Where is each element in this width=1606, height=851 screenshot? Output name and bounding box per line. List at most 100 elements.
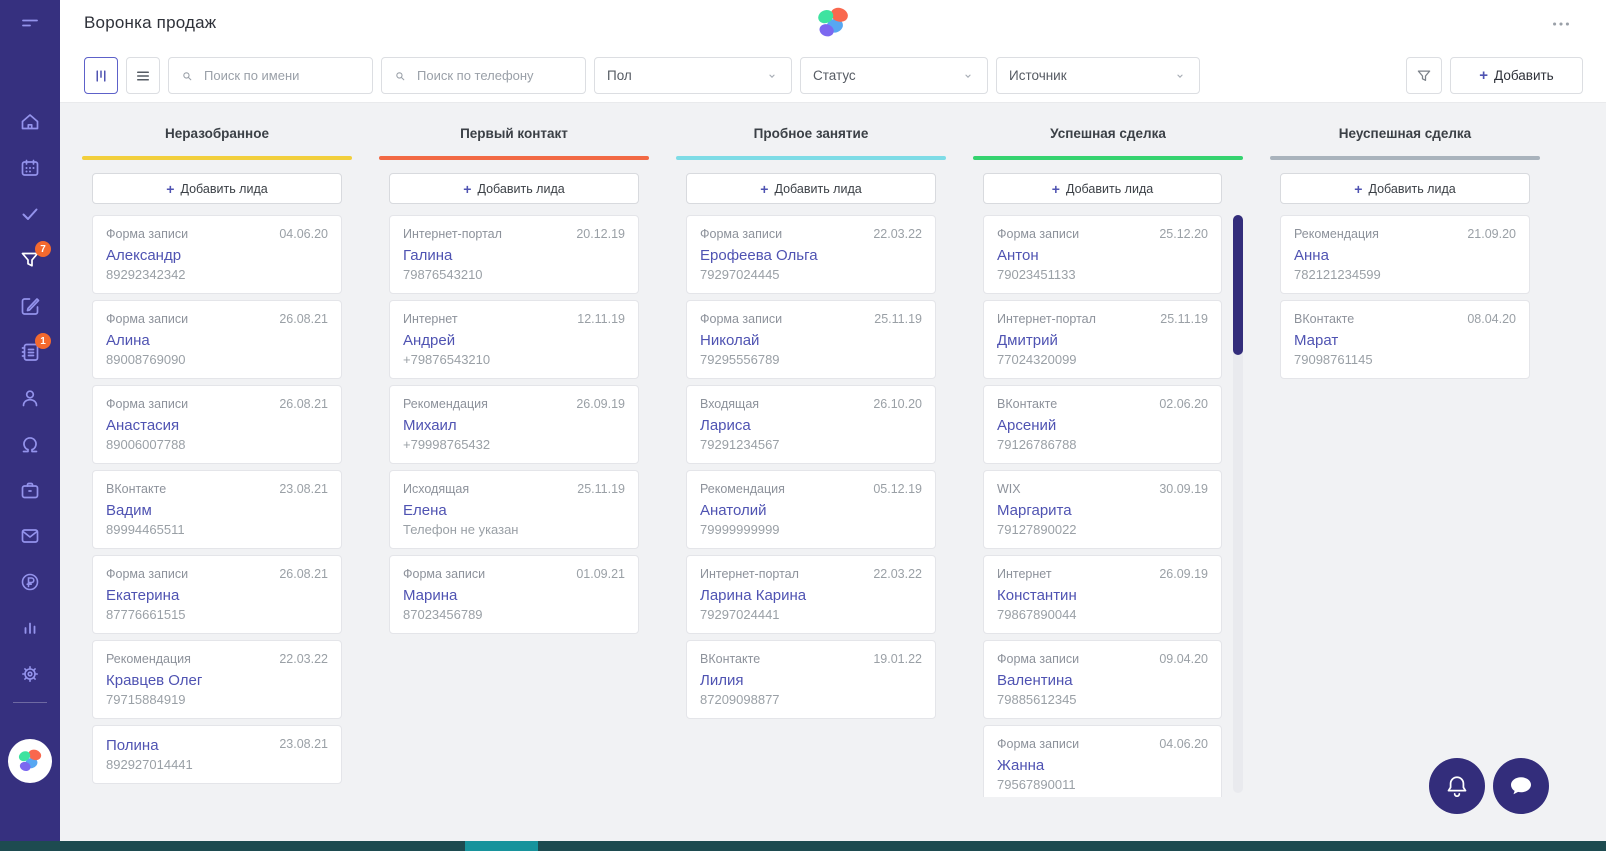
sidebar-item-funnel[interactable]: 7 (18, 241, 51, 272)
add-lead-button[interactable]: + Добавить лида (686, 173, 936, 204)
add-lead-button[interactable]: + Добавить лида (983, 173, 1222, 204)
lead-name[interactable]: Константин (997, 587, 1208, 604)
lead-phone: 89008769090 (106, 352, 186, 367)
add-lead-button[interactable]: + Добавить лида (92, 173, 342, 204)
column-scrollbar-thumb[interactable] (1233, 215, 1243, 355)
sidebar-item-notebook[interactable]: 1 (18, 333, 51, 364)
sidebar-item-payments[interactable] (18, 570, 42, 594)
lead-name[interactable]: Анна (1294, 247, 1516, 264)
lead-card[interactable]: Форма записи 04.06.20 Александр 89292342… (92, 215, 342, 294)
lead-phone: +79876543210 (403, 352, 491, 367)
lead-card[interactable]: Интернет-портал 22.03.22 Ларина Карина 7… (686, 555, 936, 634)
sidebar-item-home[interactable] (18, 110, 42, 134)
lead-name[interactable]: Галина (403, 247, 625, 264)
lead-name[interactable]: Марат (1294, 332, 1516, 349)
lead-name[interactable]: Жанна (997, 757, 1208, 774)
lead-name[interactable]: Алина (106, 332, 328, 349)
lead-card[interactable]: Интернет-портал 20.12.19 Галина 79876543… (389, 215, 639, 294)
lead-source: ВКонтакте (997, 397, 1058, 411)
lead-name[interactable]: Александр (106, 247, 328, 264)
kanban-view-button[interactable] (84, 57, 118, 94)
lead-card[interactable]: Форма записи 26.08.21 Алина 89008769090 (92, 300, 342, 379)
sidebar-item-briefcase[interactable] (18, 478, 42, 502)
lead-phone: 79098761145 (1294, 352, 1373, 367)
notebook-badge: 1 (35, 333, 51, 349)
lead-card[interactable]: Рекомендация 21.09.20 Анна 782121234599 (1280, 215, 1530, 294)
sidebar-item-tasks[interactable] (18, 202, 42, 226)
lead-name[interactable]: Лариса (700, 417, 922, 434)
search-name-input[interactable] (202, 67, 361, 84)
lead-name[interactable]: Анастасия (106, 417, 328, 434)
lead-card[interactable]: Рекомендация 26.09.19 Михаил +7999876543… (389, 385, 639, 464)
lead-name[interactable]: Антон (997, 247, 1208, 264)
lead-name[interactable]: Марина (403, 587, 625, 604)
lead-name[interactable]: Михаил (403, 417, 625, 434)
lead-card[interactable]: Интернет-портал 25.11.19 Дмитрий 7702432… (983, 300, 1222, 379)
lead-card[interactable]: Исходящая 25.11.19 Елена Телефон не указ… (389, 470, 639, 549)
lead-name[interactable]: Валентина (997, 672, 1208, 689)
lead-card[interactable]: Рекомендация 05.12.19 Анатолий 799999999… (686, 470, 936, 549)
lead-card[interactable]: ВКонтакте 08.04.20 Марат 79098761145 (1280, 300, 1530, 379)
lead-card[interactable]: ВКонтакте 02.06.20 Арсений 79126786788 (983, 385, 1222, 464)
home-icon (18, 110, 42, 134)
source-dropdown[interactable]: Источник (996, 57, 1200, 94)
lead-date: 08.04.20 (1467, 312, 1516, 326)
gender-dropdown[interactable]: Пол (594, 57, 792, 94)
add-button[interactable]: + Добавить (1450, 57, 1583, 94)
column-scrollbar[interactable] (1233, 215, 1243, 793)
lead-card[interactable]: Интернет 26.09.19 Константин 79867890044 (983, 555, 1222, 634)
lead-phone: 79295556789 (700, 352, 780, 367)
search-icon (396, 71, 405, 80)
bottom-scrollbar-thumb[interactable] (465, 841, 538, 851)
lead-name[interactable]: Елена (403, 502, 625, 519)
lead-card[interactable]: Входящая 26.10.20 Лариса 79291234567 (686, 385, 936, 464)
sidebar-item-user[interactable] (18, 386, 42, 410)
add-lead-button[interactable]: + Добавить лида (389, 173, 639, 204)
lead-card[interactable]: Форма записи 26.08.21 Екатерина 87776661… (92, 555, 342, 634)
lead-card[interactable]: ВКонтакте 23.08.21 Вадим 89994465511 (92, 470, 342, 549)
lead-card[interactable]: Форма записи 25.12.20 Антон 79023451133 (983, 215, 1222, 294)
lead-name[interactable]: Арсений (997, 417, 1208, 434)
lead-name[interactable]: Маргарита (997, 502, 1208, 519)
lead-card[interactable]: ВКонтакте 19.01.22 Лилия 87209098877 (686, 640, 936, 719)
sidebar-item-compose[interactable] (18, 294, 42, 318)
lead-name[interactable]: Екатерина (106, 587, 328, 604)
lead-name[interactable]: Анатолий (700, 502, 922, 519)
lead-card[interactable]: Рекомендация 22.03.22 Кравцев Олег 79715… (92, 640, 342, 719)
search-phone-input[interactable] (415, 67, 574, 84)
sidebar-brand-logo[interactable] (8, 739, 52, 783)
bottom-scrollbar[interactable] (0, 841, 1606, 851)
lead-name[interactable]: Кравцев Олег (106, 672, 328, 689)
lead-card[interactable]: Форма записи 01.09.21 Марина 87023456789 (389, 555, 639, 634)
lead-name[interactable]: Ерофеева Ольга (700, 247, 922, 264)
lead-card[interactable]: Интернет 12.11.19 Андрей +79876543210 (389, 300, 639, 379)
lead-card[interactable]: Форма записи 04.06.20 Жанна 79567890011 (983, 725, 1222, 797)
list-view-button[interactable] (126, 57, 160, 94)
lead-card[interactable]: WIX 30.09.19 Маргарита 79127890022 (983, 470, 1222, 549)
lead-name[interactable]: Полина (106, 737, 159, 754)
notifications-button[interactable] (1429, 758, 1485, 814)
more-options-button[interactable] (1550, 13, 1572, 33)
lead-name[interactable]: Лилия (700, 672, 922, 689)
sidebar-item-calendar[interactable] (18, 156, 42, 180)
sidebar-menu-toggle[interactable] (18, 12, 42, 36)
lead-card[interactable]: Форма записи 22.03.22 Ерофеева Ольга 792… (686, 215, 936, 294)
lead-card[interactable]: Форма записи 09.04.20 Валентина 79885612… (983, 640, 1222, 719)
status-dropdown[interactable]: Статус (800, 57, 988, 94)
sidebar-item-mail[interactable] (18, 524, 42, 548)
add-lead-button[interactable]: + Добавить лида (1280, 173, 1530, 204)
lead-name[interactable]: Ларина Карина (700, 587, 922, 604)
lead-name[interactable]: Дмитрий (997, 332, 1208, 349)
lead-card[interactable]: Форма записи 26.08.21 Анастасия 89006007… (92, 385, 342, 464)
sidebar-item-analytics[interactable] (18, 616, 42, 640)
chat-button[interactable] (1493, 758, 1549, 814)
sidebar-item-clients[interactable] (18, 432, 42, 456)
column-title: Первый контакт (460, 126, 568, 141)
sidebar-item-settings[interactable] (18, 662, 42, 686)
lead-card[interactable]: Полина 23.08.21 892927014441 (92, 725, 342, 784)
lead-name[interactable]: Николай (700, 332, 922, 349)
filter-button[interactable] (1406, 57, 1442, 94)
lead-name[interactable]: Андрей (403, 332, 625, 349)
lead-card[interactable]: Форма записи 25.11.19 Николай 7929555678… (686, 300, 936, 379)
lead-name[interactable]: Вадим (106, 502, 328, 519)
